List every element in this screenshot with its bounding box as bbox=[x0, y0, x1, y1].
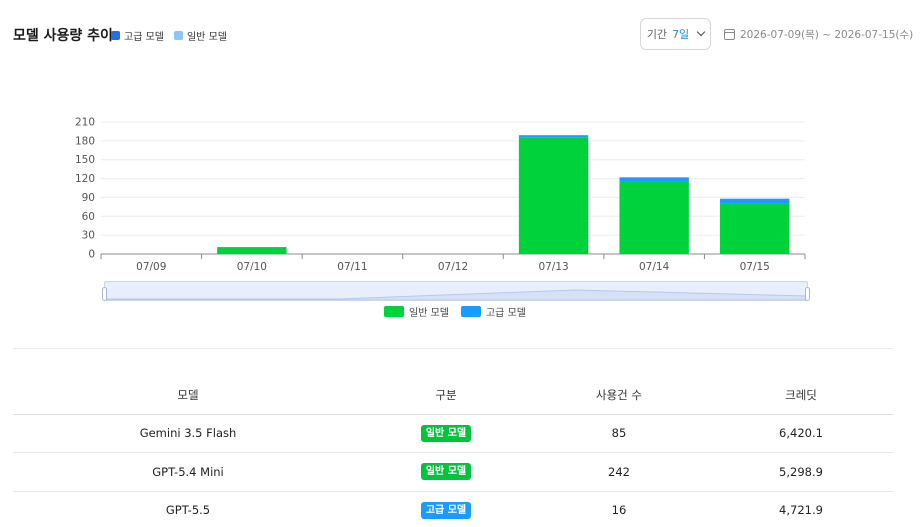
zoom-handle-left[interactable] bbox=[102, 287, 107, 301]
table-header-row: 모델 구분 사용건 수 크레딧 bbox=[13, 376, 893, 415]
period-value: 7일 bbox=[672, 28, 690, 41]
chart-legend: 일반 모델 고급 모델 bbox=[384, 304, 526, 319]
y-tick-label: 0 bbox=[88, 249, 95, 261]
status-badge: 고급 모델 bbox=[420, 501, 472, 519]
type-cell: 일반 모델 bbox=[363, 452, 529, 492]
legend-label-standard: 일반 모델 bbox=[186, 32, 227, 43]
type-cell: 일반 모델 bbox=[363, 414, 529, 453]
zoom-preview bbox=[105, 289, 807, 300]
usage-table: 모델 구분 사용건 수 크레딧 Gemini 3.5 Flash 일반 모델 8… bbox=[13, 376, 893, 527]
y-tick-label: 60 bbox=[82, 211, 95, 223]
legend-item-standard: 일반 모델 bbox=[173, 28, 227, 43]
bar-premium-model bbox=[720, 198, 790, 204]
header-legend: 고급 모델 일반 모델 bbox=[111, 28, 227, 43]
table-row: GPT-5.5 고급 모델 16 4,721.9 bbox=[13, 491, 893, 527]
count-cell: 16 bbox=[529, 491, 709, 527]
date-range-text: 2026-07-09(목) ~ 2026-07-15(수) bbox=[740, 29, 914, 41]
column-header-credit: 크레딧 bbox=[709, 376, 893, 415]
bar-standard-model bbox=[217, 247, 287, 254]
bar-standard-model bbox=[619, 181, 689, 254]
chart-header: 모델 사용량 추이 고급 모델 일반 모델 기간 7일 2026-07-09(목… bbox=[0, 0, 922, 60]
model-cell: GPT-5.4 Mini bbox=[13, 452, 363, 492]
chart-legend-item-standard[interactable]: 일반 모델 bbox=[384, 304, 449, 319]
x-tick-label: 07/09 bbox=[136, 261, 166, 273]
bar-standard-model bbox=[518, 137, 589, 254]
model-cell: GPT-5.5 bbox=[13, 491, 363, 527]
y-tick-label: 90 bbox=[82, 192, 95, 204]
chevron-down-icon bbox=[696, 27, 706, 37]
x-tick-label: 07/12 bbox=[438, 261, 468, 273]
x-tick-label: 07/13 bbox=[538, 261, 568, 273]
chart-legend-swatch-standard bbox=[384, 306, 404, 317]
zoom-slider-track[interactable] bbox=[104, 281, 808, 301]
zoom-handle-right[interactable] bbox=[805, 287, 810, 301]
credit-cell: 6,420.1 bbox=[709, 414, 893, 453]
bar-standard-model bbox=[720, 203, 790, 254]
y-tick-label: 210 bbox=[75, 117, 95, 129]
type-cell: 고급 모델 bbox=[363, 491, 529, 527]
column-header-model: 모델 bbox=[13, 376, 363, 415]
x-tick-label: 07/11 bbox=[337, 261, 367, 273]
bar-premium-model bbox=[619, 177, 689, 182]
status-badge: 일반 모델 bbox=[420, 463, 472, 481]
legend-swatch-premium bbox=[111, 31, 120, 40]
zoom-preview-area bbox=[105, 289, 807, 300]
credit-cell: 5,298.9 bbox=[709, 452, 893, 492]
usage-bar-chart: 0 30 60 90 120 150 180 210 07/09 07/10 07/11 07/12 0… bbox=[75, 117, 806, 273]
page-title: 모델 사용량 추이 bbox=[13, 28, 113, 44]
x-tick-label: 07/15 bbox=[740, 261, 770, 273]
x-tick-label: 07/14 bbox=[639, 261, 670, 273]
period-select[interactable]: 기간 7일 bbox=[640, 18, 711, 50]
x-tick-label: 07/10 bbox=[237, 261, 267, 273]
y-tick-label: 150 bbox=[75, 154, 95, 166]
legend-swatch-standard bbox=[173, 31, 183, 40]
legend-label-premium: 고급 모델 bbox=[124, 32, 164, 43]
section-divider bbox=[13, 348, 893, 349]
chart-legend-label-premium: 고급 모델 bbox=[485, 308, 526, 319]
count-cell: 85 bbox=[529, 414, 709, 453]
column-header-type: 구분 bbox=[363, 376, 529, 415]
chart-legend-label-standard: 일반 모델 bbox=[409, 308, 449, 319]
chart-legend-swatch-premium bbox=[460, 306, 481, 317]
status-badge: 일반 모델 bbox=[420, 424, 472, 442]
date-range[interactable]: 2026-07-09(목) ~ 2026-07-15(수) bbox=[724, 27, 913, 42]
count-cell: 242 bbox=[529, 452, 709, 492]
calendar-icon bbox=[724, 29, 735, 40]
table-row: GPT-5.4 Mini 일반 모델 242 5,298.9 bbox=[13, 452, 893, 492]
period-label: 기간 bbox=[646, 28, 668, 41]
bar-premium-model bbox=[518, 135, 589, 138]
y-tick-label: 120 bbox=[75, 173, 95, 185]
column-header-count: 사용건 수 bbox=[529, 376, 709, 415]
credit-cell: 4,721.9 bbox=[709, 491, 893, 527]
chart-legend-item-premium[interactable]: 고급 모델 bbox=[460, 304, 526, 319]
model-cell: Gemini 3.5 Flash bbox=[13, 414, 363, 453]
table-row: Gemini 3.5 Flash 일반 모델 85 6,420.1 bbox=[13, 414, 893, 453]
legend-item-premium: 고급 모델 bbox=[111, 28, 164, 43]
y-tick-label: 180 bbox=[75, 135, 95, 147]
y-tick-label: 30 bbox=[82, 230, 95, 242]
